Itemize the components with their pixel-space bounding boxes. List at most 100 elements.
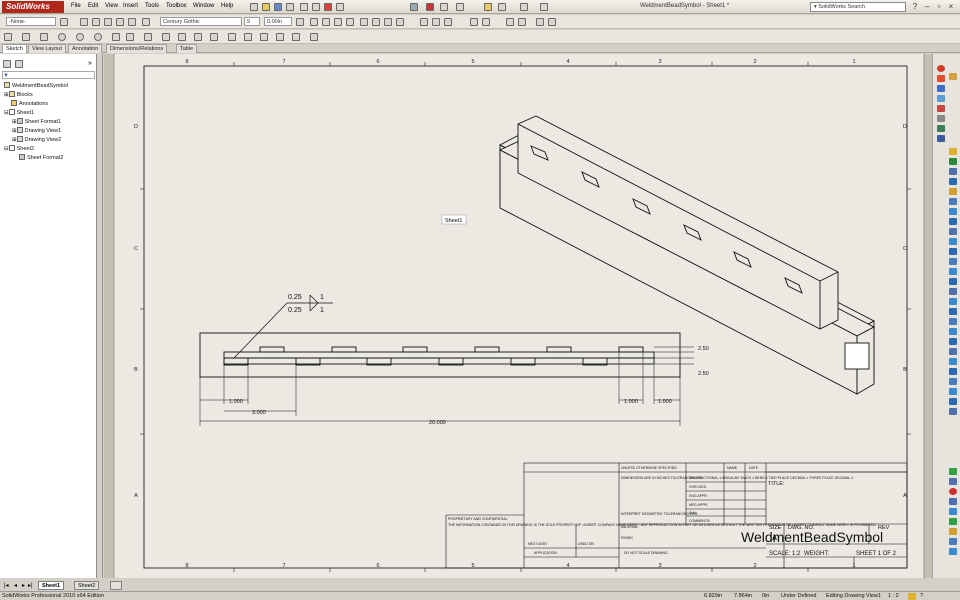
- align-left-icon[interactable]: [360, 18, 368, 26]
- solidworks-logo[interactable]: SolidWorks: [2, 1, 64, 13]
- add-sheet-icon[interactable]: [110, 581, 122, 590]
- display-style-icon[interactable]: [498, 3, 506, 11]
- minimize-icon[interactable]: –: [922, 2, 932, 12]
- close-icon[interactable]: ×: [946, 2, 956, 12]
- status-units-icon[interactable]: [908, 593, 916, 600]
- text-size-icon[interactable]: [296, 18, 304, 26]
- view-palette-icon[interactable]: [937, 105, 945, 112]
- annotation-tool-6-icon[interactable]: [949, 198, 957, 205]
- first-sheet-icon[interactable]: |◂: [4, 582, 9, 589]
- pointer-icon[interactable]: [410, 3, 418, 11]
- tab-table[interactable]: Table: [176, 44, 198, 53]
- bold-icon[interactable]: [310, 18, 318, 26]
- macro-tool-2-icon[interactable]: [949, 528, 957, 535]
- hide-edge-icon[interactable]: [116, 18, 124, 26]
- options-icon[interactable]: [336, 3, 344, 11]
- tree-item-sheet1[interactable]: ⊟ Sheet1: [4, 109, 34, 116]
- layer-properties-icon[interactable]: [60, 18, 68, 26]
- align-middle-icon[interactable]: [432, 18, 440, 26]
- macro-record-icon[interactable]: [949, 488, 957, 495]
- annotation-tool-5-icon[interactable]: [949, 188, 957, 195]
- strikethrough-icon[interactable]: [346, 18, 354, 26]
- dim-1-000-right[interactable]: 1.000: [624, 399, 638, 405]
- annotation-tool-3-icon[interactable]: [949, 168, 957, 175]
- align-top-icon[interactable]: [420, 18, 428, 26]
- annotation-tool-26-icon[interactable]: [949, 398, 957, 405]
- open-icon[interactable]: [262, 3, 270, 11]
- annotation-tool-22-icon[interactable]: [949, 358, 957, 365]
- menu-edit[interactable]: Edit: [88, 3, 98, 9]
- annotation-tool-10-icon[interactable]: [949, 238, 957, 245]
- feature-manager-tab-icon[interactable]: [3, 60, 11, 68]
- menu-toolbox[interactable]: Toolbox: [166, 3, 187, 9]
- dim-1-000-left[interactable]: 1.000: [229, 399, 243, 405]
- rebuild-icon[interactable]: [324, 3, 332, 11]
- tree-item-drawing-view2[interactable]: ⊞ Drawing View2: [12, 136, 61, 143]
- annotation-tool-25-icon[interactable]: [949, 388, 957, 395]
- bring-front-icon[interactable]: [536, 18, 544, 26]
- new-icon[interactable]: [250, 3, 258, 11]
- section-view-icon[interactable]: [520, 3, 528, 11]
- italic-icon[interactable]: [322, 18, 330, 26]
- menu-insert[interactable]: Insert: [123, 3, 138, 9]
- line-thickness-icon[interactable]: [92, 18, 100, 26]
- dim-2-50-bottom[interactable]: 2.50: [698, 371, 709, 377]
- annotation-tool-19-icon[interactable]: [949, 328, 957, 335]
- menu-help[interactable]: Help: [221, 3, 233, 9]
- sheet-tab-sheet1[interactable]: Sheet1: [38, 581, 65, 590]
- pin-icon[interactable]: [949, 73, 957, 80]
- justify-icon[interactable]: [396, 18, 404, 26]
- filter-input[interactable]: ▼: [2, 71, 95, 79]
- annotation-tool-24-icon[interactable]: [949, 378, 957, 385]
- pattern-icon[interactable]: [292, 33, 300, 41]
- tree-item-sheet-format1[interactable]: ⊞ Sheet Format1: [12, 118, 61, 125]
- tree-item-annotations[interactable]: Annotations: [11, 100, 48, 107]
- undo-icon[interactable]: [300, 3, 308, 11]
- menu-file[interactable]: File: [71, 3, 81, 9]
- annotation-tool-9-icon[interactable]: [949, 228, 957, 235]
- annotation-tool-11-icon[interactable]: [949, 248, 957, 255]
- slot-icon[interactable]: [58, 33, 66, 41]
- zoom-icon[interactable]: [440, 3, 448, 11]
- menu-view[interactable]: View: [105, 3, 118, 9]
- annotation-tool-4-icon[interactable]: [949, 178, 957, 185]
- text-style-icon[interactable]: [142, 18, 150, 26]
- next-sheet-icon[interactable]: ▸: [22, 582, 25, 589]
- circle-icon[interactable]: [76, 33, 84, 41]
- collapse-panel-icon[interactable]: »: [88, 60, 92, 67]
- underline-icon[interactable]: [334, 18, 342, 26]
- space-vertical-icon[interactable]: [482, 18, 490, 26]
- property-manager-tab-icon[interactable]: [15, 60, 23, 68]
- menu-window[interactable]: Window: [193, 3, 214, 9]
- dim-1-000-end[interactable]: 1.000: [658, 399, 672, 405]
- macro-tool-3-icon[interactable]: [949, 538, 957, 545]
- file-explorer-icon[interactable]: [937, 85, 945, 92]
- tree-item-blocks[interactable]: ⊞ Blocks: [4, 91, 33, 98]
- drawing-canvas[interactable]: 8 7 6 5 4 3 2 1 8 7 6 5 4 3 2 1 D C B A …: [104, 51, 932, 581]
- status-scale[interactable]: 1 : 2: [888, 593, 899, 599]
- tree-item-sheet-format2[interactable]: Sheet Format2: [19, 154, 63, 161]
- annotation-tool-8-icon[interactable]: [949, 218, 957, 225]
- text-icon[interactable]: [194, 33, 202, 41]
- macro-edit-icon[interactable]: [949, 508, 957, 515]
- space-horizontal-icon[interactable]: [470, 18, 478, 26]
- font-size-select[interactable]: 9: [244, 17, 260, 26]
- select-icon[interactable]: [312, 3, 320, 11]
- custom-properties-icon[interactable]: [937, 125, 945, 132]
- search-icon[interactable]: [937, 95, 945, 102]
- print-icon[interactable]: [286, 3, 294, 11]
- align-bottom-icon[interactable]: [444, 18, 452, 26]
- dim-20-000[interactable]: 20.000: [429, 420, 446, 426]
- prev-sheet-icon[interactable]: ◂: [14, 582, 17, 589]
- font-select[interactable]: Century Gothic: [160, 17, 242, 26]
- annotation-tool-7-icon[interactable]: [949, 208, 957, 215]
- appearances-icon[interactable]: [937, 115, 945, 122]
- maximize-icon[interactable]: ▫: [934, 2, 944, 12]
- macro-tool-1-icon[interactable]: [949, 518, 957, 525]
- ellipse-icon[interactable]: [144, 33, 152, 41]
- arc-icon[interactable]: [94, 33, 102, 41]
- relations-icon[interactable]: [310, 33, 318, 41]
- traffic-light-icon[interactable]: [426, 3, 434, 11]
- align-right-icon[interactable]: [384, 18, 392, 26]
- extend-icon[interactable]: [244, 33, 252, 41]
